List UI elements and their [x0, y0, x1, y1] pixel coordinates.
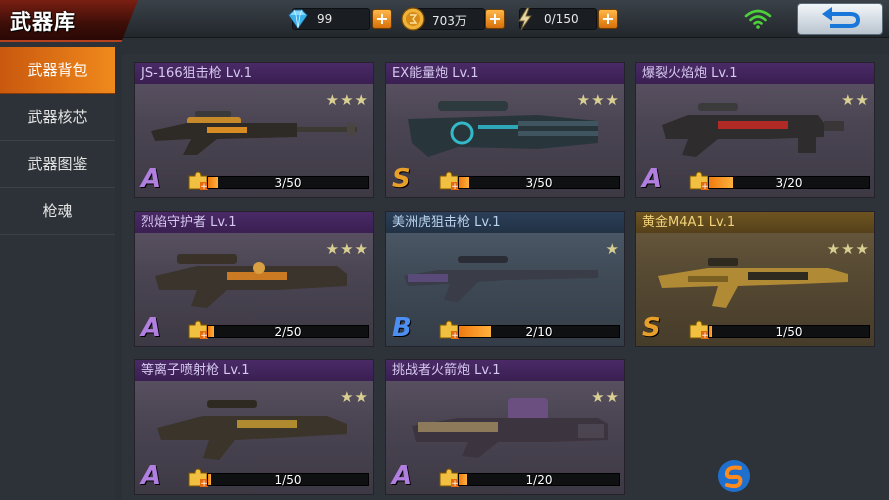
flame-cannon-icon: [662, 103, 844, 157]
weapon-card[interactable]: 美洲虎狙击枪 Lv.1 ★ B + 2/10: [385, 211, 625, 347]
fragment-puzzle-icon: +: [439, 468, 459, 488]
fragment-puzzle-icon: +: [439, 171, 459, 191]
fragment-count: 3/20: [775, 176, 803, 190]
watermark-logo: [718, 460, 750, 492]
fragment-count: 3/50: [525, 176, 553, 190]
fragment-puzzle-icon: +: [689, 320, 709, 340]
energy-cannon-icon: [408, 101, 598, 157]
add-gold-button[interactable]: +: [485, 9, 505, 29]
diamond-count: 99: [317, 12, 333, 26]
energy-counter: 0/150: [518, 7, 597, 31]
sidebar: 武器背包 武器核芯 武器图鉴 枪魂: [0, 42, 115, 500]
fragment-progress: 2/50: [207, 325, 369, 339]
fragment-progress: 3/50: [458, 176, 620, 190]
top-bar: 武器库 99 + 703万 + 0/150 +: [0, 0, 889, 42]
weapon-name: 挑战者火箭炮 Lv.1: [386, 360, 624, 381]
gold-counter: 703万: [401, 7, 485, 31]
sidebar-item-gun-soul[interactable]: 枪魂: [0, 188, 115, 235]
fragment-count: 1/50: [274, 473, 302, 487]
back-arrow-icon: [822, 7, 861, 28]
weapon-card[interactable]: 挑战者火箭炮 Lv.1 ★★ A + 1/20: [385, 359, 625, 495]
fragment-count: 2/10: [525, 325, 553, 339]
weapon-grade: S: [392, 164, 411, 194]
wifi-icon: [744, 9, 772, 29]
energy-count: 0/150: [544, 12, 579, 26]
weapon-grade: A: [642, 164, 663, 194]
title-plate: 武器库: [0, 0, 138, 42]
fragment-count: 1/50: [775, 325, 803, 339]
weapon-card[interactable]: 黄金M4A1 Lv.1 ★★★ S + 1/50: [635, 211, 875, 347]
flame-guardian-icon: [155, 254, 347, 308]
gold-coin-icon: [401, 7, 425, 31]
fragment-progress: 1/50: [708, 325, 870, 339]
jaguar-sniper-icon: [404, 256, 598, 302]
weapon-grade: A: [392, 461, 413, 491]
weapon-name: 黄金M4A1 Lv.1: [636, 212, 874, 233]
weapon-card[interactable]: JS-166狙击枪 Lv.1 ★★★ A + 3/50: [134, 62, 374, 198]
weapon-card[interactable]: 烈焰守护者 Lv.1 ★★★ A + 2/50: [134, 211, 374, 347]
weapon-grade: A: [141, 461, 162, 491]
weapon-grade: A: [141, 313, 162, 343]
weapon-grid: JS-166狙击枪 Lv.1 ★★★ A + 3/50 EX能量炮 Lv.1 ★…: [122, 54, 889, 500]
golden-m4a1-icon: [658, 258, 848, 308]
weapon-card[interactable]: EX能量炮 Lv.1 ★★★ S + 3/50: [385, 62, 625, 198]
fragment-progress: 3/50: [207, 176, 369, 190]
sidebar-item-weapon-atlas[interactable]: 武器图鉴: [0, 141, 115, 188]
fragment-progress: 3/20: [708, 176, 870, 190]
weapon-name: 美洲虎狙击枪 Lv.1: [386, 212, 624, 233]
add-diamond-button[interactable]: +: [372, 9, 392, 29]
fragment-count: 2/50: [274, 325, 302, 339]
plasma-jet-gun-icon: [157, 400, 347, 460]
challenger-rocket-launcher-icon: [412, 398, 608, 458]
lightning-icon: [518, 7, 532, 31]
fragment-progress: 2/10: [458, 325, 620, 339]
gold-count: 703万: [432, 14, 467, 28]
weapon-name: 烈焰守护者 Lv.1: [135, 212, 373, 233]
page-title: 武器库: [10, 10, 76, 34]
sidebar-item-weapon-core[interactable]: 武器核芯: [0, 94, 115, 141]
weapon-grade: A: [141, 164, 162, 194]
add-energy-button[interactable]: +: [598, 9, 618, 29]
diamond-icon: [288, 9, 308, 29]
fragment-puzzle-icon: +: [439, 320, 459, 340]
weapon-card[interactable]: 爆裂火焰炮 Lv.1 ★★ A + 3/20: [635, 62, 875, 198]
weapon-name: 爆裂火焰炮 Lv.1: [636, 63, 874, 84]
weapon-grade: S: [642, 313, 661, 343]
weapon-name: 等离子喷射枪 Lv.1: [135, 360, 373, 381]
weapon-name: EX能量炮 Lv.1: [386, 63, 624, 84]
fragment-progress: 1/50: [207, 473, 369, 487]
back-button[interactable]: [797, 3, 883, 35]
fragment-progress: 1/20: [458, 473, 620, 487]
sidebar-item-weapon-bag[interactable]: 武器背包: [0, 47, 115, 94]
diamond-counter: 99: [288, 8, 370, 30]
weapon-grade: B: [392, 313, 412, 343]
fragment-puzzle-icon: +: [188, 320, 208, 340]
fragment-puzzle-icon: +: [188, 468, 208, 488]
sniper-rifle-icon: [151, 111, 357, 155]
fragment-puzzle-icon: +: [188, 171, 208, 191]
weapon-name: JS-166狙击枪 Lv.1: [135, 63, 373, 84]
fragment-count: 3/50: [274, 176, 302, 190]
fragment-puzzle-icon: +: [689, 171, 709, 191]
fragment-count: 1/20: [525, 473, 553, 487]
weapon-card[interactable]: 等离子喷射枪 Lv.1 ★★ A + 1/50: [134, 359, 374, 495]
